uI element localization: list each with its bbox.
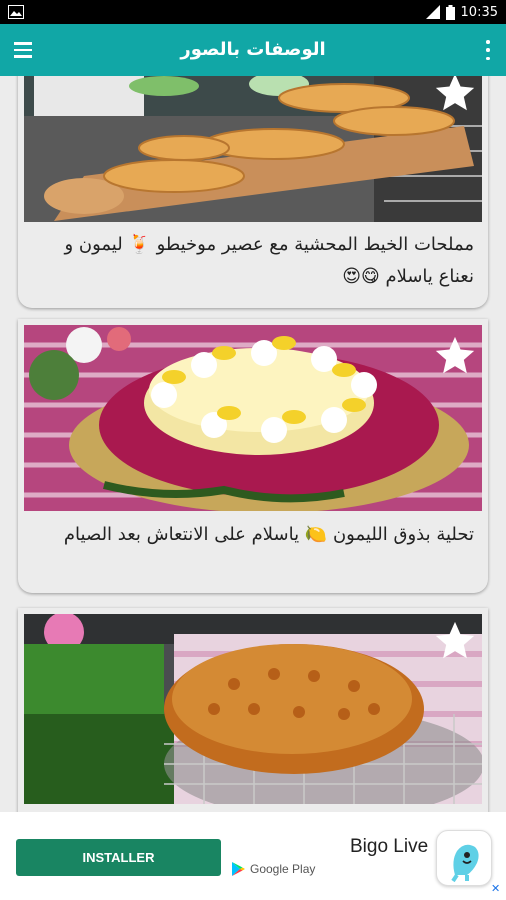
recipe-card[interactable]: مملحات الخيط المحشية مع عصير موخيطو 🍹 لي… [18, 76, 488, 308]
install-button[interactable]: INSTALLER [16, 839, 221, 876]
google-play-label: Google Play [250, 862, 316, 876]
status-bar: 10:35 [0, 0, 506, 24]
google-play-icon [232, 862, 245, 876]
recipe-photo[interactable] [24, 614, 482, 804]
recipe-photo[interactable] [24, 76, 482, 222]
recipe-caption[interactable]: مملحات الخيط المحشية مع عصير موخيطو 🍹 لي… [34, 229, 474, 293]
recipe-card[interactable]: تحلية بذوق الليمون 🍋 ياسلام على الانتعاش… [18, 319, 488, 593]
clock-time: 10:35 [460, 4, 498, 20]
recipe-card[interactable] [18, 608, 488, 812]
recipe-caption[interactable]: تحلية بذوق الليمون 🍋 ياسلام على الانتعاش… [34, 519, 474, 551]
favorite-star-icon[interactable] [432, 333, 478, 379]
ad-banner[interactable]: INSTALLER Google Play Bigo Live ✕ [0, 812, 506, 900]
battery-icon [445, 4, 455, 20]
advertiser-logo-icon[interactable] [436, 830, 492, 886]
signal-icon [425, 5, 440, 19]
app-bar: الوصفات بالصور [0, 24, 506, 76]
advertiser-name[interactable]: Bigo Live [350, 836, 428, 858]
gallery-notification-icon [8, 5, 24, 19]
overflow-menu-icon[interactable] [484, 40, 492, 60]
favorite-star-icon[interactable] [432, 618, 478, 664]
recipe-caption-text: تحلية بذوق الليمون 🍋 ياسلام على الانتعاش… [63, 524, 474, 545]
app-title: الوصفات بالصور [180, 39, 326, 60]
ad-choices-close-icon[interactable]: ✕ [491, 883, 502, 894]
google-play-badge[interactable]: Google Play [232, 860, 315, 878]
recipe-photo[interactable] [24, 325, 482, 511]
recipe-caption-text: مملحات الخيط المحشية مع عصير موخيطو 🍹 لي… [64, 234, 474, 287]
recipe-feed[interactable]: مملحات الخيط المحشية مع عصير موخيطو 🍹 لي… [0, 76, 506, 812]
favorite-star-icon[interactable] [432, 76, 478, 116]
